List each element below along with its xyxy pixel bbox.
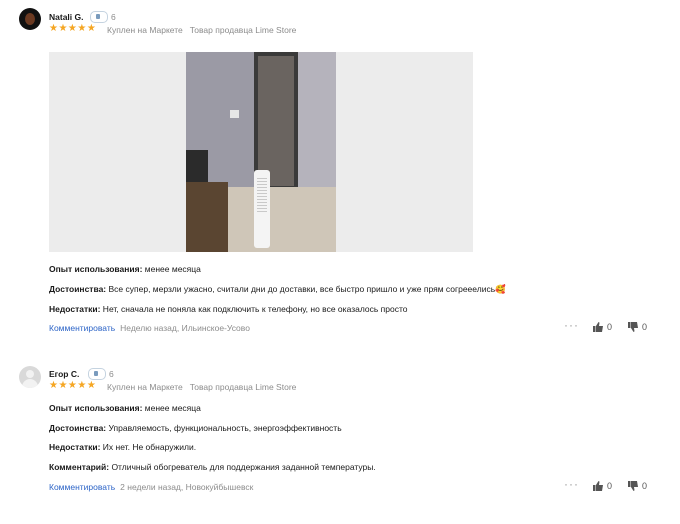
more-dots-icon[interactable]: ··· <box>564 318 579 332</box>
author-name[interactable]: Natali G. <box>49 12 83 22</box>
thumb-down-icon <box>628 481 638 491</box>
thumb-down-icon <box>628 322 638 332</box>
thumb-up-icon <box>593 481 603 491</box>
bought-on-market: Куплен на Маркете <box>107 382 183 392</box>
review-line: Опыт использования: менее месяца <box>49 403 201 413</box>
more-dots-icon[interactable]: ··· <box>564 477 579 491</box>
like-count: 0 <box>607 481 613 491</box>
seller-info[interactable]: Товар продавца Lime Store <box>190 25 297 35</box>
dislike-button[interactable]: 0 <box>628 481 647 491</box>
reviewer-badge[interactable]: 6 <box>88 368 114 380</box>
author-name[interactable]: Егор С. <box>49 369 79 379</box>
rating-stars: ★★★★★ <box>49 380 97 391</box>
review-footer: Комментировать Неделю назад, Ильинское-Ус… <box>49 323 250 333</box>
avatar[interactable] <box>19 8 41 30</box>
review-meta: Куплен на Маркете Товар продавца Lime Sto… <box>107 25 296 35</box>
badge-count: 6 <box>111 12 116 22</box>
badge-icon <box>88 368 106 380</box>
review-line: Недостатки: Их нет. Не обнаружили. <box>49 442 197 452</box>
like-button[interactable]: 0 <box>593 481 612 491</box>
dislike-button[interactable]: 0 <box>628 322 647 332</box>
comment-button[interactable]: Комментировать <box>49 323 115 333</box>
dislike-count: 0 <box>642 481 648 491</box>
reviewer-badge[interactable]: 6 <box>90 11 116 23</box>
review-line: Комментарий: Отличный обогреватель для п… <box>49 462 376 472</box>
thumb-up-icon <box>593 322 603 332</box>
like-count: 0 <box>607 322 613 332</box>
heater-image <box>254 170 270 248</box>
avatar[interactable] <box>19 366 41 388</box>
review-line: Достоинства: Управляемость, функциональн… <box>49 423 342 433</box>
review-footer: Комментировать 2 недели назад, Новокуйбыш… <box>49 482 253 492</box>
dislike-count: 0 <box>642 322 648 332</box>
badge-icon <box>90 11 108 23</box>
rating-stars: ★★★★★ <box>49 23 97 34</box>
review-date-location: Неделю назад, Ильинское-Усово <box>120 323 250 333</box>
seller-info[interactable]: Товар продавца Lime Store <box>190 382 297 392</box>
comment-button[interactable]: Комментировать <box>49 482 115 492</box>
review-line: Опыт использования: менее месяца <box>49 264 201 274</box>
review-meta: Куплен на Маркете Товар продавца Lime Sto… <box>107 382 296 392</box>
review-line: Недостатки: Нет, сначала не поняла как п… <box>49 304 408 314</box>
review-date-location: 2 недели назад, Новокуйбышевск <box>120 482 254 492</box>
like-button[interactable]: 0 <box>593 322 612 332</box>
review-photo[interactable] <box>186 52 336 252</box>
review-line: Достоинства: Все супер, мерзли ужасно, с… <box>49 284 506 294</box>
bought-on-market: Куплен на Маркете <box>107 25 183 35</box>
badge-count: 6 <box>109 369 114 379</box>
